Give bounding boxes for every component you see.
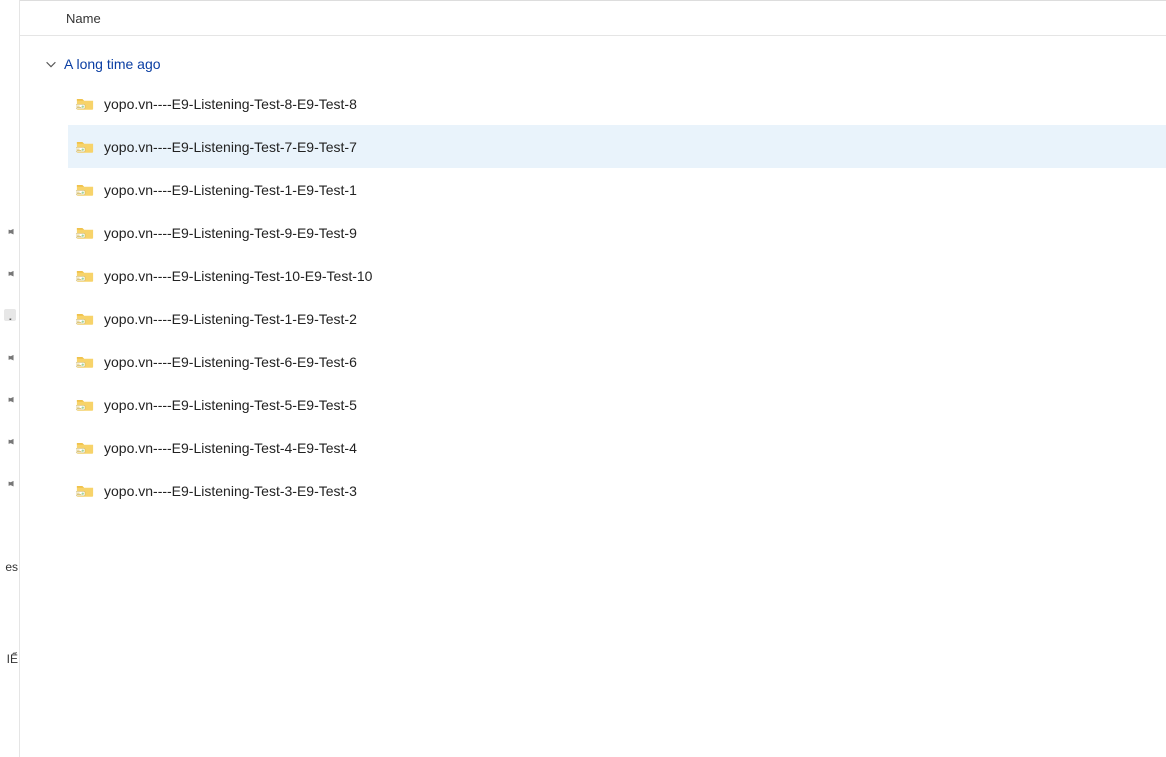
file-name: yopo.vn----E9-Listening-Test-1-E9-Test-1: [104, 182, 357, 198]
file-name: yopo.vn----E9-Listening-Test-1-E9-Test-2: [104, 311, 357, 327]
file-name: yopo.vn----E9-Listening-Test-8-E9-Test-8: [104, 96, 357, 112]
file-name: yopo.vn----E9-Listening-Test-7-E9-Test-7: [104, 139, 357, 155]
zipped-folder-icon: [76, 96, 94, 111]
zipped-folder-icon: [76, 483, 94, 498]
zipped-folder-icon: [76, 139, 94, 154]
file-explorer-window: es IỂ Name A long time ago yopo.vn----E9…: [0, 0, 1166, 757]
nav-sidebar-edge: es IỂ: [0, 0, 20, 757]
group-header[interactable]: A long time ago: [44, 50, 1166, 82]
file-row[interactable]: yopo.vn----E9-Listening-Test-10-E9-Test-…: [72, 254, 1166, 297]
zipped-folder-icon: [76, 440, 94, 455]
pin-icon: [4, 309, 16, 321]
file-row[interactable]: yopo.vn----E9-Listening-Test-1-E9-Test-2: [72, 297, 1166, 340]
pinned-items-strip: [4, 225, 16, 489]
chevron-down-icon: [44, 57, 58, 71]
file-list-panel: Name A long time ago yopo.vn----E9-Liste…: [20, 0, 1166, 757]
zipped-folder-icon: [76, 182, 94, 197]
zipped-folder-icon: [76, 397, 94, 412]
zipped-folder-icon: [76, 268, 94, 283]
file-name: yopo.vn----E9-Listening-Test-9-E9-Test-9: [104, 225, 357, 241]
pin-icon: [4, 393, 16, 405]
sidebar-item-label: IỂ: [0, 652, 18, 666]
sidebar-item-label: es: [0, 560, 18, 574]
file-row[interactable]: yopo.vn----E9-Listening-Test-6-E9-Test-6: [72, 340, 1166, 383]
file-name: yopo.vn----E9-Listening-Test-3-E9-Test-3: [104, 483, 357, 499]
pin-icon: [4, 225, 16, 237]
file-row[interactable]: yopo.vn----E9-Listening-Test-8-E9-Test-8: [72, 82, 1166, 125]
file-row[interactable]: yopo.vn----E9-Listening-Test-4-E9-Test-4: [72, 426, 1166, 469]
file-row[interactable]: yopo.vn----E9-Listening-Test-9-E9-Test-9: [72, 211, 1166, 254]
file-name: yopo.vn----E9-Listening-Test-6-E9-Test-6: [104, 354, 357, 370]
pin-icon: [4, 351, 16, 363]
file-row[interactable]: yopo.vn----E9-Listening-Test-5-E9-Test-5: [72, 383, 1166, 426]
file-row[interactable]: yopo.vn----E9-Listening-Test-7-E9-Test-7: [68, 125, 1166, 168]
zipped-folder-icon: [76, 354, 94, 369]
file-name: yopo.vn----E9-Listening-Test-4-E9-Test-4: [104, 440, 357, 456]
pin-icon: [4, 435, 16, 447]
pin-icon: [4, 267, 16, 279]
pin-icon: [4, 477, 16, 489]
file-name: yopo.vn----E9-Listening-Test-10-E9-Test-…: [104, 268, 372, 284]
file-name: yopo.vn----E9-Listening-Test-5-E9-Test-5: [104, 397, 357, 413]
column-header-row[interactable]: Name: [20, 0, 1166, 36]
column-header-name[interactable]: Name: [66, 11, 101, 26]
file-list: yopo.vn----E9-Listening-Test-8-E9-Test-8…: [44, 82, 1166, 512]
content-area: A long time ago yopo.vn----E9-Listening-…: [20, 36, 1166, 512]
zipped-folder-icon: [76, 311, 94, 326]
file-row[interactable]: yopo.vn----E9-Listening-Test-3-E9-Test-3: [72, 469, 1166, 512]
zipped-folder-icon: [76, 225, 94, 240]
file-row[interactable]: yopo.vn----E9-Listening-Test-1-E9-Test-1: [72, 168, 1166, 211]
group-header-label: A long time ago: [64, 56, 161, 72]
